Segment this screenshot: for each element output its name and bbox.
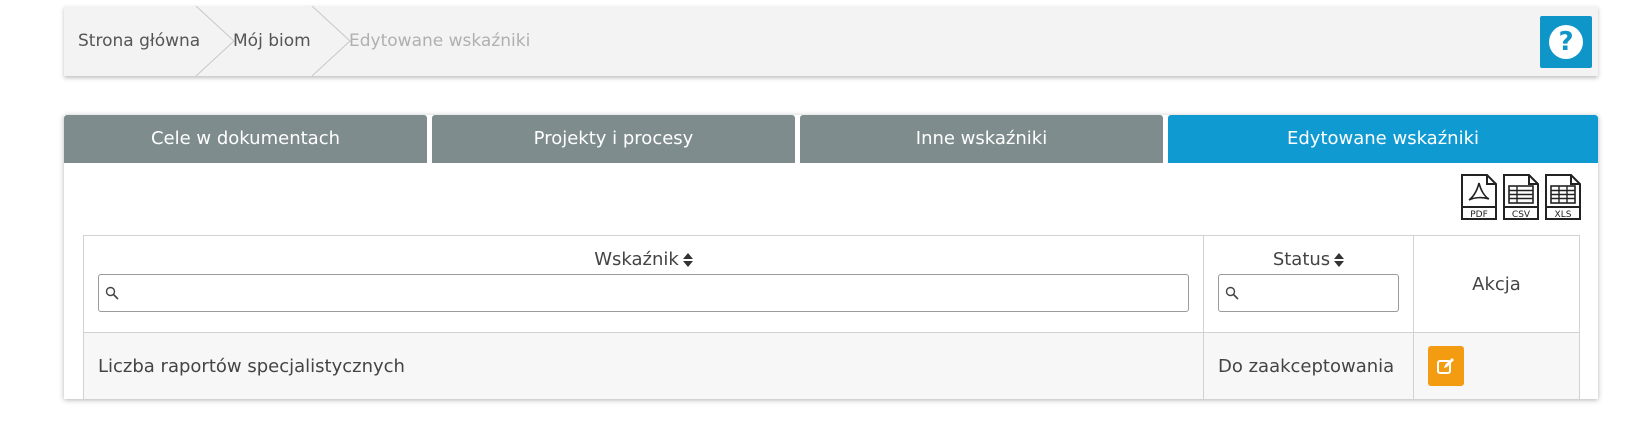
sort-icon[interactable]	[682, 253, 693, 267]
status-filter	[1218, 274, 1399, 312]
table-header-row: Wskaźnik Status Akcja	[83, 235, 1580, 333]
search-icon	[1225, 286, 1239, 300]
help-button[interactable]: ?	[1540, 16, 1592, 68]
indicators-table: Wskaźnik Status Akcja Liczba raportów sp…	[83, 235, 1580, 400]
tab-cele-w-dokumentach[interactable]: Cele w dokumentach	[64, 115, 427, 163]
sort-icon[interactable]	[1334, 253, 1345, 267]
edit-button[interactable]	[1428, 346, 1464, 386]
xls-label: XLS	[1555, 210, 1572, 220]
column-header-status: Status	[1203, 235, 1414, 333]
tab-bar: Cele w dokumentach Projekty i procesy In…	[64, 115, 1598, 163]
row-status-cell: Do zaakceptowania	[1203, 332, 1414, 400]
column-header-action: Akcja	[1413, 235, 1580, 333]
question-circle-icon: ?	[1549, 25, 1583, 59]
indicators-panel: Cele w dokumentach Projekty i procesy In…	[64, 115, 1598, 400]
breadcrumb-bar: Strona główna Mój biom Edytowane wskaźni…	[64, 6, 1598, 76]
pdf-file-icon[interactable]: PDF	[1460, 173, 1498, 221]
export-toolbar: PDF CSV XLS	[1460, 173, 1582, 223]
tab-inne-wskazniki[interactable]: Inne wskaźniki	[800, 115, 1163, 163]
indicator-search-input[interactable]	[123, 275, 1186, 311]
tab-edytowane-wskazniki[interactable]: Edytowane wskaźniki	[1168, 115, 1598, 163]
breadcrumb-item-home[interactable]: Strona główna	[78, 6, 200, 76]
csv-label: CSV	[1512, 210, 1531, 220]
status-search-input[interactable]	[1243, 275, 1396, 311]
csv-file-icon[interactable]: CSV	[1502, 173, 1540, 221]
column-title-status[interactable]: Status	[1273, 249, 1330, 270]
row-indicator-cell: Liczba raportów specjalistycznych	[83, 332, 1204, 400]
table-row: Liczba raportów specjalistycznych Do zaa…	[83, 332, 1580, 400]
breadcrumb-item-current: Edytowane wskaźniki	[349, 31, 531, 51]
pdf-label: PDF	[1470, 210, 1488, 220]
xls-file-icon[interactable]: XLS	[1544, 173, 1582, 221]
indicator-filter	[98, 274, 1189, 312]
row-action-cell	[1413, 332, 1580, 400]
column-title-indicator[interactable]: Wskaźnik	[594, 249, 679, 270]
column-header-indicator: Wskaźnik	[83, 235, 1204, 333]
breadcrumb-item-my-biom[interactable]: Mój biom	[233, 6, 311, 76]
search-icon	[105, 286, 119, 300]
breadcrumb-separator-icon	[195, 6, 235, 76]
breadcrumb-separator-icon	[311, 6, 351, 76]
tab-projekty-i-procesy[interactable]: Projekty i procesy	[432, 115, 795, 163]
edit-icon	[1437, 358, 1454, 374]
